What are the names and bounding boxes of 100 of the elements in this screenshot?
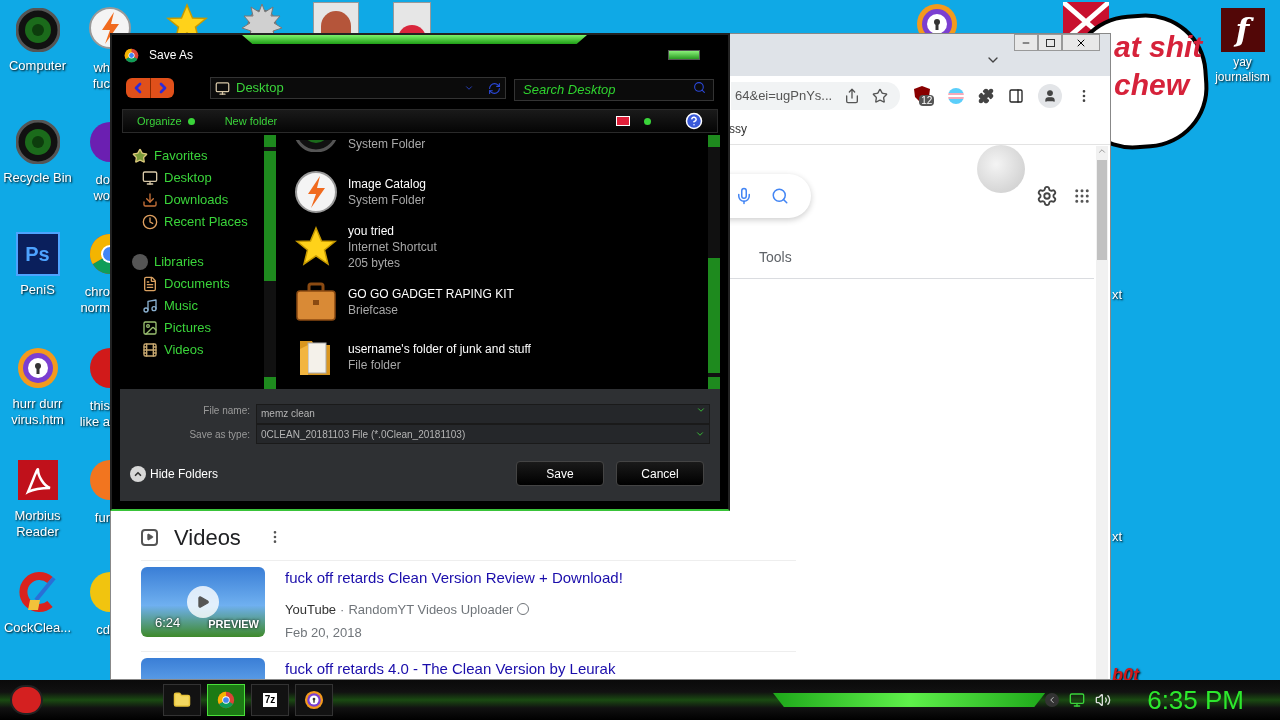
settings-icon[interactable] bbox=[1036, 185, 1058, 207]
icon-label: wh fuc bbox=[91, 60, 110, 92]
preview-label: PREVIEW bbox=[208, 616, 259, 632]
result-channel: RandomYT Videos Uploader bbox=[348, 600, 514, 619]
clock: 6:35 PM bbox=[1147, 683, 1244, 717]
desktop-icon bbox=[215, 80, 230, 96]
result-separator: · bbox=[340, 600, 345, 619]
file-item[interactable]: username's folder of junk and stuff File folder bbox=[294, 329, 708, 384]
star-icon bbox=[132, 148, 148, 164]
taskbar-button[interactable]: 7z bbox=[251, 684, 290, 716]
document-icon bbox=[142, 276, 158, 292]
result-title-link[interactable]: fuck off retards Clean Version Review + Download! bbox=[285, 567, 623, 590]
minimize-button[interactable] bbox=[668, 50, 700, 60]
refresh-icon[interactable] bbox=[488, 81, 501, 95]
icon-label: cd bbox=[95, 622, 110, 638]
start-button[interactable] bbox=[10, 685, 44, 715]
app-icon bbox=[88, 346, 110, 390]
app-icon bbox=[88, 570, 110, 614]
address-bar[interactable]: 64&ei=ugPnYs... bbox=[731, 82, 901, 110]
taskbar-button[interactable] bbox=[163, 684, 202, 716]
icon-label: PeniS bbox=[20, 282, 55, 298]
folder-icon bbox=[173, 691, 192, 709]
search-field[interactable]: Search Desktop bbox=[514, 78, 714, 101]
nav-group[interactable]: Libraries bbox=[132, 253, 252, 271]
libraries-icon bbox=[132, 254, 148, 270]
keyhole-ring-icon bbox=[15, 346, 60, 390]
share-icon[interactable] bbox=[844, 88, 861, 104]
tray-expand-button[interactable] bbox=[1045, 693, 1060, 707]
restore-icon bbox=[1045, 38, 1055, 47]
field-label: File name: bbox=[202, 403, 250, 418]
dialog-title: Save As bbox=[149, 47, 194, 64]
toolbar-button[interactable]: Organize bbox=[137, 112, 195, 130]
nav-item[interactable]: Downloads bbox=[132, 191, 252, 209]
file-name-field[interactable]: memz clean bbox=[256, 403, 710, 424]
hide-folders-button[interactable]: Hide Folders bbox=[130, 464, 219, 483]
nav-item[interactable]: Documents bbox=[132, 275, 252, 293]
download-icon bbox=[142, 192, 158, 208]
scrollbar-thumb[interactable] bbox=[1097, 160, 1107, 260]
clock-icon bbox=[142, 214, 158, 230]
document-swirl-icon bbox=[15, 458, 60, 502]
toolbar-button[interactable]: New folder bbox=[224, 112, 278, 130]
tools-tab[interactable]: Tools bbox=[759, 247, 792, 268]
scrollbar-thumb[interactable] bbox=[708, 258, 720, 373]
view-icon[interactable] bbox=[616, 116, 630, 126]
video-duration: 6:24 bbox=[155, 613, 181, 632]
icon-label: fur bbox=[93, 510, 110, 526]
result-date: Feb 20, 2018 bbox=[285, 624, 363, 642]
app-icon bbox=[88, 120, 110, 164]
taskbar-button[interactable] bbox=[295, 684, 334, 716]
icon-label: this like a bbox=[78, 398, 110, 430]
file-item[interactable]: GO GO GADGET RAPING KIT Briefcase bbox=[294, 274, 708, 329]
icon-label: Morbius Reader bbox=[14, 508, 61, 540]
lightning-icon bbox=[294, 169, 338, 214]
film-icon bbox=[142, 342, 158, 358]
icon-label: yay journalism bbox=[1215, 55, 1270, 85]
monitor-icon[interactable] bbox=[1069, 692, 1086, 708]
play-box-icon bbox=[141, 528, 158, 546]
back-button[interactable] bbox=[126, 78, 150, 98]
scrollbar-thumb[interactable] bbox=[264, 151, 276, 281]
nav-group[interactable]: Favorites bbox=[132, 147, 252, 165]
result-title-link[interactable]: fuck off retards 4.0 - The Clean Version by Leurak bbox=[285, 657, 616, 679]
file-item[interactable]: you tried Internet Shortcut 205 bytes bbox=[294, 219, 708, 274]
person-icon bbox=[1043, 89, 1058, 103]
microphone-icon[interactable] bbox=[735, 187, 753, 205]
count-badge: 12 bbox=[919, 95, 935, 106]
app-logo: Ps bbox=[15, 232, 60, 276]
search-icon[interactable] bbox=[771, 187, 789, 205]
desktop-icon bbox=[142, 170, 158, 186]
forward-button[interactable] bbox=[150, 78, 174, 98]
search-icon bbox=[693, 81, 706, 94]
side-panel-icon[interactable] bbox=[1008, 88, 1025, 104]
nav-item[interactable]: Recent Places bbox=[132, 213, 252, 231]
nav-item[interactable]: Desktop bbox=[132, 169, 252, 187]
field-label: Save as type: bbox=[188, 427, 250, 442]
nav-item[interactable]: Music bbox=[132, 297, 252, 315]
puzzle-icon[interactable] bbox=[978, 88, 995, 104]
dialog-button[interactable]: Save bbox=[516, 461, 604, 486]
icon-label: CockClea... bbox=[3, 620, 72, 636]
section-heading: Videos bbox=[174, 523, 241, 552]
file-item[interactable]: Image Catalog System Folder bbox=[294, 164, 708, 219]
doodle-ball-drawing bbox=[977, 145, 1025, 193]
tricolor-ring-icon bbox=[217, 691, 236, 709]
profile-avatar[interactable] bbox=[1038, 84, 1063, 108]
bookmark-star-icon[interactable] bbox=[872, 88, 889, 104]
icon-label: Computer bbox=[8, 58, 67, 74]
icon-label: chro norm bbox=[79, 284, 110, 316]
save-type-select[interactable]: 0CLEAN_20181103 File (*.0Clean_20181103) bbox=[256, 424, 710, 444]
archive-logo: 7z bbox=[262, 693, 278, 707]
address-field[interactable]: Desktop bbox=[210, 77, 506, 99]
bookmark-link[interactable]: ssy bbox=[729, 120, 747, 138]
speaker-icon[interactable] bbox=[1095, 692, 1112, 708]
icon-label: hurr durr virus.htm bbox=[11, 396, 64, 428]
restore-button[interactable] bbox=[1038, 34, 1062, 51]
dialog-button[interactable]: Cancel bbox=[616, 461, 704, 486]
file-item[interactable]: System Folder bbox=[294, 135, 708, 152]
icon-label: xt bbox=[1112, 286, 1123, 304]
nav-item[interactable]: Videos bbox=[132, 341, 252, 359]
help-icon[interactable] bbox=[685, 112, 703, 130]
icon-label: Recycle Bin bbox=[3, 170, 72, 186]
nav-item[interactable]: Pictures bbox=[132, 319, 252, 337]
